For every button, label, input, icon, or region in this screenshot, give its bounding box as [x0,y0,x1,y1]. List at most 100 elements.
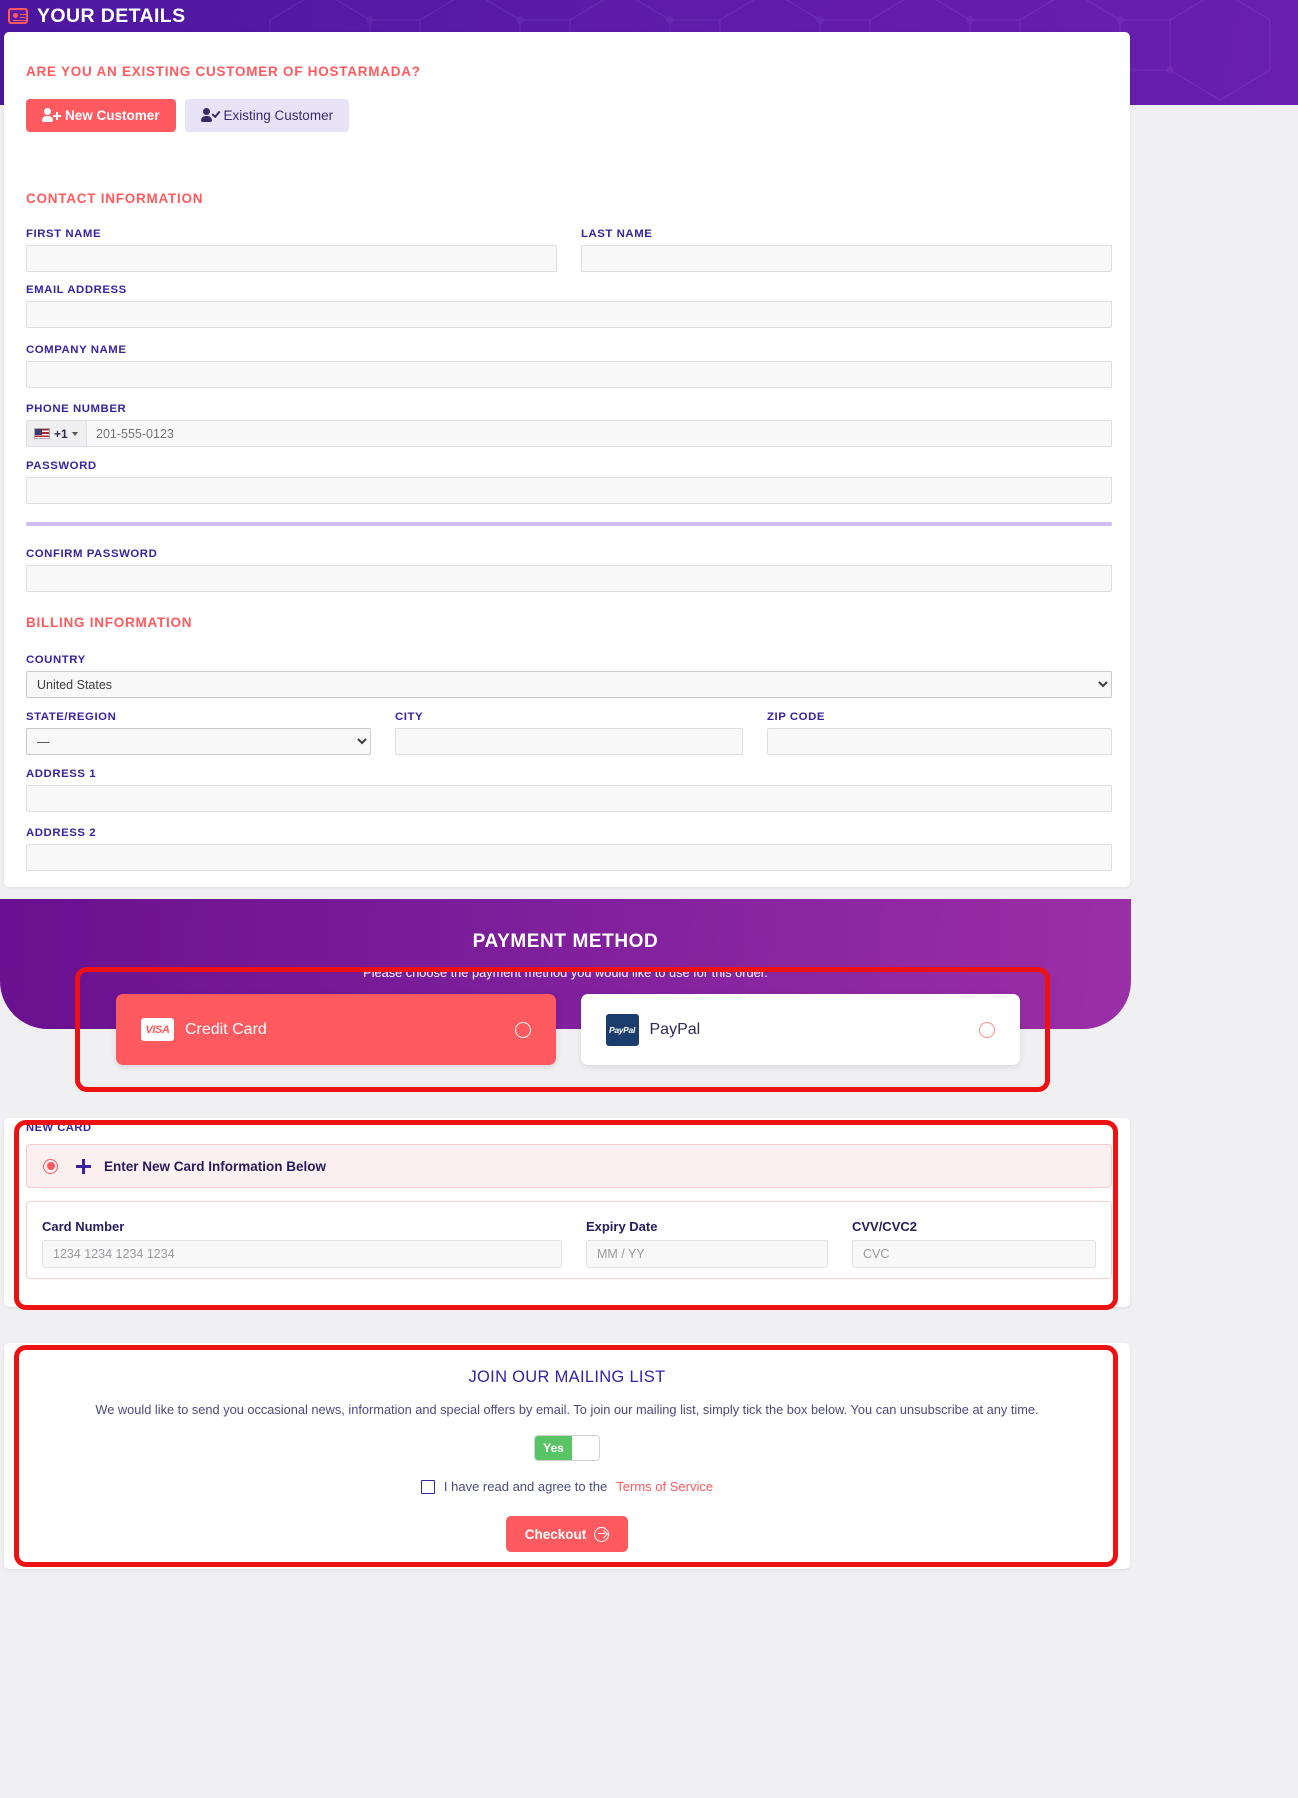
country-label: COUNTRY [26,654,86,666]
mailing-list-title: JOIN OUR MAILING LIST [468,1368,666,1386]
arrow-right-circle-icon [594,1526,610,1542]
user-plus-icon [42,108,61,123]
mailing-list-description: We would like to send you occasional new… [95,1402,1039,1417]
last-name-group: LAST NAME [581,228,1112,272]
email-row: EMAIL ADDRESS [26,284,1112,328]
address1-input[interactable] [26,785,1112,812]
company-name-input[interactable] [26,361,1112,388]
address1-row: ADDRESS 1 [26,768,1112,812]
header-title-bar: YOUR DETAILS [0,0,1298,32]
address1-label: ADDRESS 1 [26,768,97,780]
country-code-value: +1 [54,426,68,441]
user-check-icon [200,108,221,123]
cvc-label: CVV/CVC2 [851,1219,917,1234]
existing-customer-button[interactable]: Existing Customer [184,99,350,132]
name-row: FIRST NAME LAST NAME [26,228,1112,272]
terms-of-service-link[interactable]: Terms of Service [616,1479,713,1494]
state-group: STATE/REGION — [26,711,371,755]
first-name-label: FIRST NAME [26,228,102,240]
contact-information-heading: CONTACT INFORMATION [26,191,204,206]
payment-option-paypal[interactable]: PayPal PayPal [580,994,1020,1065]
password-strength-meter [26,522,1112,526]
state-region-select[interactable]: — [26,728,371,755]
confirm-password-group: CONFIRM PASSWORD [26,548,1112,592]
checkout-button[interactable]: Checkout [506,1516,628,1552]
address2-input[interactable] [26,844,1112,871]
payment-option-credit-card[interactable]: VISA Credit Card [116,994,556,1065]
new-customer-button[interactable]: New Customer [26,99,176,132]
mailing-list-toggle-yes: Yes [535,1436,572,1460]
first-name-group: FIRST NAME [26,228,557,272]
new-customer-label: New Customer [65,108,160,123]
city-group: CITY [395,711,743,755]
new-card-section-label: NEW CARD [26,1122,92,1134]
paypal-label: PayPal [649,1020,701,1038]
id-card-icon [8,8,28,24]
phone-number-input[interactable] [86,420,1112,447]
terms-of-service-row: I have read and agree to the Terms of Se… [4,1479,1130,1494]
card-number-input[interactable] [42,1240,562,1268]
payment-method-title: PAYMENT METHOD [472,931,659,952]
confirm-password-input[interactable] [26,565,1112,592]
mailing-list-panel: JOIN OUR MAILING LIST We would like to s… [4,1343,1130,1569]
credit-card-radio[interactable] [514,1021,531,1038]
enter-new-card-label: Enter New Card Information Below [104,1158,327,1174]
address2-label: ADDRESS 2 [26,827,97,839]
state-region-label: STATE/REGION [26,711,117,723]
password-group: PASSWORD [26,460,1112,504]
expiry-date-group: Expiry Date [585,1219,828,1268]
terms-text: I have read and agree to the [443,1479,608,1494]
checkout-label: Checkout [524,1526,587,1542]
email-group: EMAIL ADDRESS [26,284,1112,328]
zip-code-input[interactable] [767,728,1112,755]
visa-icon: VISA [141,1018,174,1041]
us-flag-icon [34,428,50,439]
existing-customer-label: Existing Customer [223,108,334,123]
card-fields-row: Card Number Expiry Date CVV/CVC2 [26,1201,1112,1279]
password-input[interactable] [26,477,1112,504]
new-card-panel: NEW CARD Enter New Card Information Belo… [4,1118,1130,1307]
phone-row: PHONE NUMBER +1 [26,403,1112,447]
mailing-list-toggle[interactable]: Yes [534,1435,600,1461]
country-row: COUNTRY United States [26,654,1112,698]
customer-type-toggle-group: New Customer Existing Customer [26,99,350,132]
country-select[interactable]: United States [26,671,1112,698]
password-label: PASSWORD [26,460,97,472]
confirm-password-label: CONFIRM PASSWORD [26,548,158,560]
billing-information-heading: BILLING INFORMATION [26,615,193,630]
address1-group: ADDRESS 1 [26,768,1112,812]
state-city-zip-row: STATE/REGION — CITY ZIP CODE [26,711,1112,755]
confirm-password-row: CONFIRM PASSWORD [26,548,1112,592]
last-name-input[interactable] [581,245,1112,272]
city-input[interactable] [395,728,743,755]
country-code-selector[interactable]: +1 [26,420,86,447]
terms-checkbox[interactable] [420,1479,435,1494]
expiry-date-label: Expiry Date [585,1219,658,1234]
mailing-list-toggle-off [572,1436,599,1460]
password-row: PASSWORD [26,460,1112,504]
company-row: COMPANY NAME [26,344,1112,388]
card-number-label: Card Number [42,1219,125,1234]
your-details-card: ARE YOU AN EXISTING CUSTOMER OF HOSTARMA… [4,32,1130,887]
cvc-input[interactable] [851,1240,1096,1268]
expiry-date-input[interactable] [585,1240,828,1268]
company-name-label: COMPANY NAME [26,344,127,356]
phone-input-wrapper: +1 [26,420,1112,447]
email-input[interactable] [26,301,1112,328]
card-number-group: Card Number [42,1219,562,1268]
credit-card-label: Credit Card [185,1020,267,1038]
email-label: EMAIL ADDRESS [26,284,127,296]
enter-new-card-option[interactable]: Enter New Card Information Below [26,1144,1112,1188]
zip-group: ZIP CODE [767,711,1112,755]
existing-customer-question: ARE YOU AN EXISTING CUSTOMER OF HOSTARMA… [26,64,421,79]
address2-group: ADDRESS 2 [26,827,1112,871]
enter-new-card-radio[interactable] [43,1158,58,1174]
last-name-label: LAST NAME [581,228,653,240]
country-group: COUNTRY United States [26,654,1112,698]
paypal-icon: PayPal [605,1013,639,1046]
phone-number-label: PHONE NUMBER [26,403,127,415]
phone-group: PHONE NUMBER +1 [26,403,1112,447]
cvc-group: CVV/CVC2 [851,1219,1096,1268]
first-name-input[interactable] [26,245,557,272]
paypal-radio[interactable] [979,1021,995,1038]
